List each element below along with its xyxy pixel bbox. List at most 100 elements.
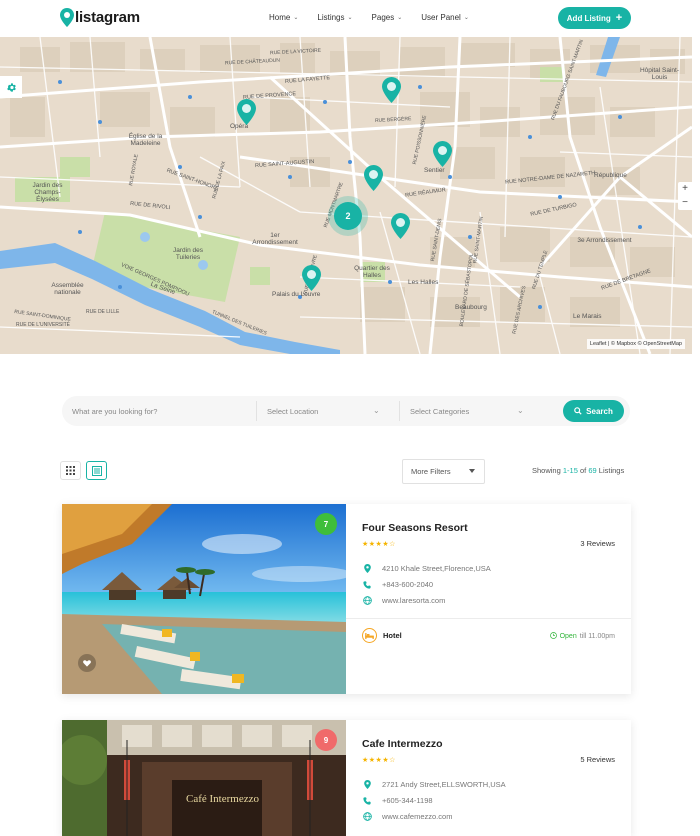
- listing-title[interactable]: Cafe Intermezzo: [362, 738, 443, 750]
- website-link[interactable]: www.laresorta.com: [382, 596, 445, 605]
- map-marker[interactable]: [382, 77, 401, 103]
- location-pin-icon: [362, 564, 372, 573]
- more-filters-select[interactable]: More Filters: [402, 459, 485, 484]
- chevron-down-icon: ⌄: [517, 406, 524, 415]
- map-label-sentier: Sentier: [424, 167, 445, 174]
- divider: [256, 401, 257, 421]
- site-header: listagram Home ⌄ Listings ⌄ Pages ⌄ User Pa…: [0, 0, 700, 37]
- zoom-control: + −: [678, 182, 692, 210]
- review-count[interactable]: 5 Reviews: [580, 755, 615, 764]
- map-label-madeleine: Église de la Madeleine: [128, 133, 163, 147]
- chevron-down-icon: ⌄: [347, 15, 353, 21]
- rating-badge: 7: [315, 513, 337, 535]
- review-count[interactable]: 3 Reviews: [580, 539, 615, 548]
- map-cluster[interactable]: 2: [334, 202, 362, 230]
- map-label-hopital: Hôpital Saint-Louis: [639, 67, 680, 81]
- listing-address: 2721 Andy Street,ELLSWORTH,USA: [362, 780, 506, 789]
- cafe-photo: [62, 720, 346, 836]
- map-marker[interactable]: [433, 141, 452, 167]
- listing-image[interactable]: [62, 504, 346, 694]
- hours-text: till 11.00pm: [579, 633, 615, 640]
- phone-text[interactable]: +843-600-2040: [382, 580, 433, 589]
- map-label-republique: République: [594, 172, 627, 179]
- resort-photo: [62, 504, 346, 694]
- nav-listings-label: Listings: [317, 13, 345, 22]
- phone-icon: [362, 580, 372, 589]
- phone-text[interactable]: +605-344-1198: [382, 796, 433, 805]
- map-marker[interactable]: [237, 99, 256, 125]
- logo[interactable]: listagram: [60, 8, 140, 27]
- opening-hours: Open till 11.00pm: [549, 632, 615, 641]
- map[interactable]: Opéra Sentier République 1er Arrondissem…: [0, 37, 692, 354]
- listing-phone: +605-344-1198: [362, 796, 433, 805]
- grid-view-button[interactable]: [60, 461, 81, 480]
- results-count: Showing 1-15 of 69 Listings: [532, 466, 624, 475]
- listing-website: www.cafemezzo.com: [362, 812, 452, 821]
- keyword-input[interactable]: What are you looking for?: [72, 396, 257, 426]
- map-label-palais-louvre: Palais du Louvre: [272, 291, 321, 298]
- map-marker[interactable]: [364, 165, 383, 191]
- search-button-label: Search: [586, 406, 613, 416]
- nav-user-panel[interactable]: User Panel ⌄: [421, 13, 469, 22]
- website-link[interactable]: www.cafemezzo.com: [382, 812, 452, 821]
- chevron-down-icon: ⌄: [293, 15, 299, 21]
- map-marker[interactable]: [302, 265, 321, 291]
- listing-title[interactable]: Four Seasons Resort: [362, 522, 468, 534]
- nav-home[interactable]: Home ⌄: [269, 13, 298, 22]
- chevron-down-icon: ⌄: [463, 15, 469, 21]
- listing-info: Four Seasons Resort ★★★★☆ 3 Reviews 4210…: [346, 504, 631, 694]
- chevron-down-icon: ⌄: [373, 406, 380, 415]
- hotel-bed-icon: [362, 628, 377, 643]
- caret-down-icon: [469, 469, 475, 473]
- main-nav: Home ⌄ Listings ⌄ Pages ⌄ User Panel ⌄: [269, 13, 488, 22]
- map-label-beaubourg: Beaubourg: [455, 304, 487, 311]
- showing-of: of: [579, 466, 587, 475]
- nav-home-label: Home: [269, 13, 291, 22]
- location-pin-icon: [60, 8, 74, 27]
- map-label-rue-universite: RUE DE L'UNIVERSITÉ: [16, 322, 71, 328]
- zoom-out-button[interactable]: −: [678, 196, 692, 210]
- open-status: Open: [559, 633, 577, 640]
- map-attribution[interactable]: Leaflet | © Mapbox © OpenStreetMap: [586, 339, 685, 349]
- map-label-3e-arrondissement: 3e Arrondissement: [577, 237, 632, 244]
- nav-user-panel-label: User Panel: [421, 13, 461, 22]
- zoom-in-button[interactable]: +: [678, 182, 692, 196]
- list-view-button[interactable]: [86, 461, 107, 480]
- map-label-rue-lille: RUE DE LILLE: [86, 309, 120, 315]
- search-button[interactable]: Search: [563, 400, 624, 422]
- location-pin-icon: [362, 780, 372, 789]
- list-icon: [91, 465, 102, 476]
- chevron-down-icon: ⌄: [397, 15, 403, 21]
- showing-prefix: Showing: [532, 466, 561, 475]
- logo-text: listagram: [75, 9, 140, 26]
- listing-address: 4210 Khale Street,Florence,USA: [362, 564, 491, 573]
- listing-website: www.laresorta.com: [362, 596, 445, 605]
- divider: [399, 401, 400, 421]
- grid-icon: [66, 466, 75, 475]
- globe-icon: [362, 812, 372, 821]
- star-rating: ★★★★☆: [362, 757, 396, 764]
- listing-card: Café Intermezzo 9 Cafe Intermezzo ★★★★☆ …: [62, 720, 631, 836]
- phone-icon: [362, 796, 372, 805]
- map-tiles: [0, 37, 692, 354]
- globe-icon: [362, 596, 372, 605]
- listing-image[interactable]: Café Intermezzo: [62, 720, 346, 836]
- nav-listings[interactable]: Listings ⌄: [317, 13, 352, 22]
- listing-category[interactable]: Hotel: [362, 628, 402, 643]
- address-text: 2721 Andy Street,ELLSWORTH,USA: [382, 780, 506, 789]
- nav-pages[interactable]: Pages ⌄: [372, 13, 403, 22]
- map-label-1er-arrondissement: 1er Arrondissement: [252, 232, 298, 246]
- nav-pages-label: Pages: [371, 13, 395, 22]
- add-listing-button[interactable]: Add Listing +: [558, 7, 631, 29]
- plus-icon: +: [615, 12, 623, 24]
- divider: [346, 618, 631, 619]
- map-label-jardin-tuileries: Jardin des Tuileries: [173, 247, 203, 261]
- map-marker[interactable]: [391, 213, 410, 239]
- favorite-button[interactable]: [78, 654, 96, 672]
- listing-card: 7 Four Seasons Resort ★★★★☆ 3 Reviews 42…: [62, 504, 631, 694]
- showing-range: 1-15: [562, 466, 578, 475]
- category-placeholder: Select Categories: [410, 406, 470, 416]
- star-rating: ★★★★☆: [362, 541, 396, 548]
- map-label-jardin-champs-elysees: Jardin des Champs-Élysées: [32, 182, 63, 203]
- gear-icon[interactable]: [0, 76, 22, 98]
